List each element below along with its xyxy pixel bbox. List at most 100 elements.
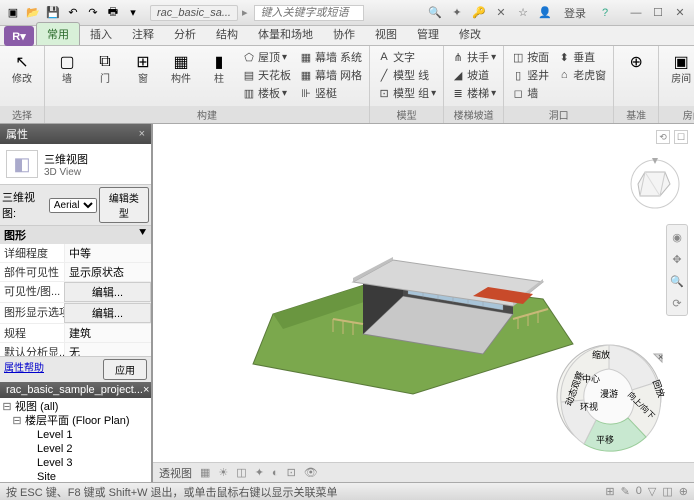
prop-row-parts-vis[interactable]: 部件可见性显示原状态 [0,263,151,282]
nav-zoom-icon[interactable]: 🔍 [669,273,685,289]
user-icon[interactable]: 👤 [536,4,554,22]
sb-workset-icon[interactable]: ⊞ [605,485,614,498]
shaft-button[interactable]: ▯竖井 [508,66,552,84]
vf-shadow-icon[interactable]: ◐ [272,467,279,479]
maximize-button[interactable]: ☐ [648,5,668,21]
properties-panel-header[interactable]: 属性 × [0,124,151,144]
browser-header[interactable]: rac_basic_sample_project... × [0,382,151,398]
vf-style-icon[interactable]: ◫ [236,466,246,479]
prop-row-visibility[interactable]: 可见性/图...编辑... [0,282,151,303]
browser-close-icon[interactable]: × [143,384,149,396]
viewport-max-icon[interactable]: ☐ [674,130,688,144]
doc-dropdown-icon[interactable]: ▸ [242,6,248,19]
model-group-button[interactable]: ⊡模型 组 ▾ [374,84,439,102]
window-button[interactable]: ⊞窗 [125,48,161,87]
curtain-grid-button[interactable]: ▦幕墙 网格 [296,66,365,84]
tab-view[interactable]: 视图 [365,23,407,45]
open-icon[interactable]: 📂 [24,4,42,22]
column-button[interactable]: ▮柱 [201,48,237,87]
tab-annotate[interactable]: 注释 [122,23,164,45]
wall-opening-button[interactable]: ◻墙 [508,84,552,102]
railing-button[interactable]: ⋔扶手 ▾ [448,48,499,66]
wall-button[interactable]: ▢墙 [49,48,85,87]
ramp-button[interactable]: ◢坡道 [448,66,499,84]
tab-analyze[interactable]: 分析 [164,23,206,45]
prop-row-discipline[interactable]: 规程建筑 [0,324,151,343]
viewcube[interactable] [630,154,680,204]
infocenter-search-icon[interactable]: 🔍 [426,4,444,22]
search-input[interactable] [254,5,364,21]
exchange-icon[interactable]: ✕ [492,4,510,22]
model-text-button[interactable]: A文字 [374,48,439,66]
tree-node[interactable]: Level 2 [2,442,149,456]
prop-row-display-opts[interactable]: 图形显示选项编辑... [0,303,151,324]
close-button[interactable]: ✕ [670,5,690,21]
properties-type-selector[interactable]: ◧ 三维视图 3D View [0,144,151,185]
stair-button[interactable]: ≣楼梯 ▾ [448,84,499,102]
tree-node[interactable]: Level 3 [2,456,149,470]
tab-modify[interactable]: 修改 [449,23,491,45]
ceiling-button[interactable]: ▤天花板 [239,66,294,84]
login-label[interactable]: 登录 [558,5,592,21]
viewport[interactable]: ⟲ ☐ ◉ ✥ 🔍 ⟳ [152,124,694,482]
apply-button[interactable]: 应用 [103,359,147,380]
nav-pan-icon[interactable]: ✥ [669,251,685,267]
edit-type-button[interactable]: 编辑类型 [99,187,149,223]
app-logo-icon[interactable]: ▣ [4,4,22,22]
vf-sun-icon[interactable]: ✦ [255,466,264,479]
tab-massing[interactable]: 体量和场地 [248,23,323,45]
room-button[interactable]: ▣房间 [663,48,694,87]
vf-detail-icon[interactable]: ☀ [218,466,228,479]
datum-button[interactable]: ⊕ [618,48,654,87]
floor-button[interactable]: ▥楼板 ▾ [239,84,294,102]
sb-select-icon[interactable]: ◫ [662,485,672,498]
sb-link-icon[interactable]: ⊕ [679,485,688,498]
qat-more-icon[interactable]: ▾ [124,4,142,22]
tree-node[interactable]: Level 1 [2,428,149,442]
panel-close-icon[interactable]: × [139,128,145,140]
viewport-restore-icon[interactable]: ⟲ [656,130,670,144]
redo-icon[interactable]: ↷ [84,4,102,22]
mullion-button[interactable]: ⊪竖梃 [296,84,365,102]
vf-scale-icon[interactable]: ▦ [200,466,210,479]
tab-structure[interactable]: 结构 [206,23,248,45]
prop-row-analysis[interactable]: 默认分析显...无 [0,343,151,356]
nav-steering-icon[interactable]: ◉ [669,229,685,245]
undo-icon[interactable]: ↶ [64,4,82,22]
tab-manage[interactable]: 管理 [407,23,449,45]
wheel-walk-label[interactable]: 漫游 [600,387,618,400]
vf-hide-icon[interactable]: 👁 [304,466,318,479]
section-graphics[interactable]: 图形⯆ [0,226,151,244]
model-line-button[interactable]: ╱模型 线 [374,66,439,84]
tree-node[interactable]: Site [2,470,149,482]
nav-orbit-icon[interactable]: ⟳ [669,295,685,311]
save-icon[interactable]: 💾 [44,4,62,22]
curtain-system-button[interactable]: ▦幕墙 系统 [296,48,365,66]
tree-node[interactable]: ⊟ 视图 (all) [2,400,149,414]
vertical-button[interactable]: ⬍垂直 [554,48,609,66]
instance-selector[interactable]: Aerial [49,198,97,213]
subscription-icon[interactable]: ✦ [448,4,466,22]
print-icon[interactable]: 🖶 [104,4,122,22]
modify-button[interactable]: ↖ 修改 [4,48,40,87]
minimize-button[interactable]: — [626,5,646,21]
roof-button[interactable]: ⬠屋顶 ▾ [239,48,294,66]
component-button[interactable]: ▦构件 [163,48,199,87]
door-button[interactable]: ⧉门 [87,48,123,87]
wheel-orbit-label[interactable]: 环视 [580,400,598,413]
sb-editable-icon[interactable]: ✎ [621,485,630,498]
key-icon[interactable]: 🔑 [470,4,488,22]
byface-button[interactable]: ◫按面 [508,48,552,66]
sb-filter-icon[interactable]: ▽ [648,485,656,498]
dormer-button[interactable]: ⌂老虎窗 [554,66,609,84]
tab-collab[interactable]: 协作 [323,23,365,45]
wheel-pan-label[interactable]: 平移 [596,433,614,446]
vf-crop-icon[interactable]: ⊡ [287,466,296,479]
tab-insert[interactable]: 插入 [80,23,122,45]
favorite-icon[interactable]: ☆ [514,4,532,22]
tree-node[interactable]: ⊟ 楼层平面 (Floor Plan) [2,414,149,428]
properties-help-link[interactable]: 属性帮助 [4,359,44,380]
tab-home[interactable]: 常用 [36,22,80,45]
app-menu-button[interactable]: R▾ [4,26,34,46]
prop-row-detail-level[interactable]: 详细程度中等 [0,244,151,263]
